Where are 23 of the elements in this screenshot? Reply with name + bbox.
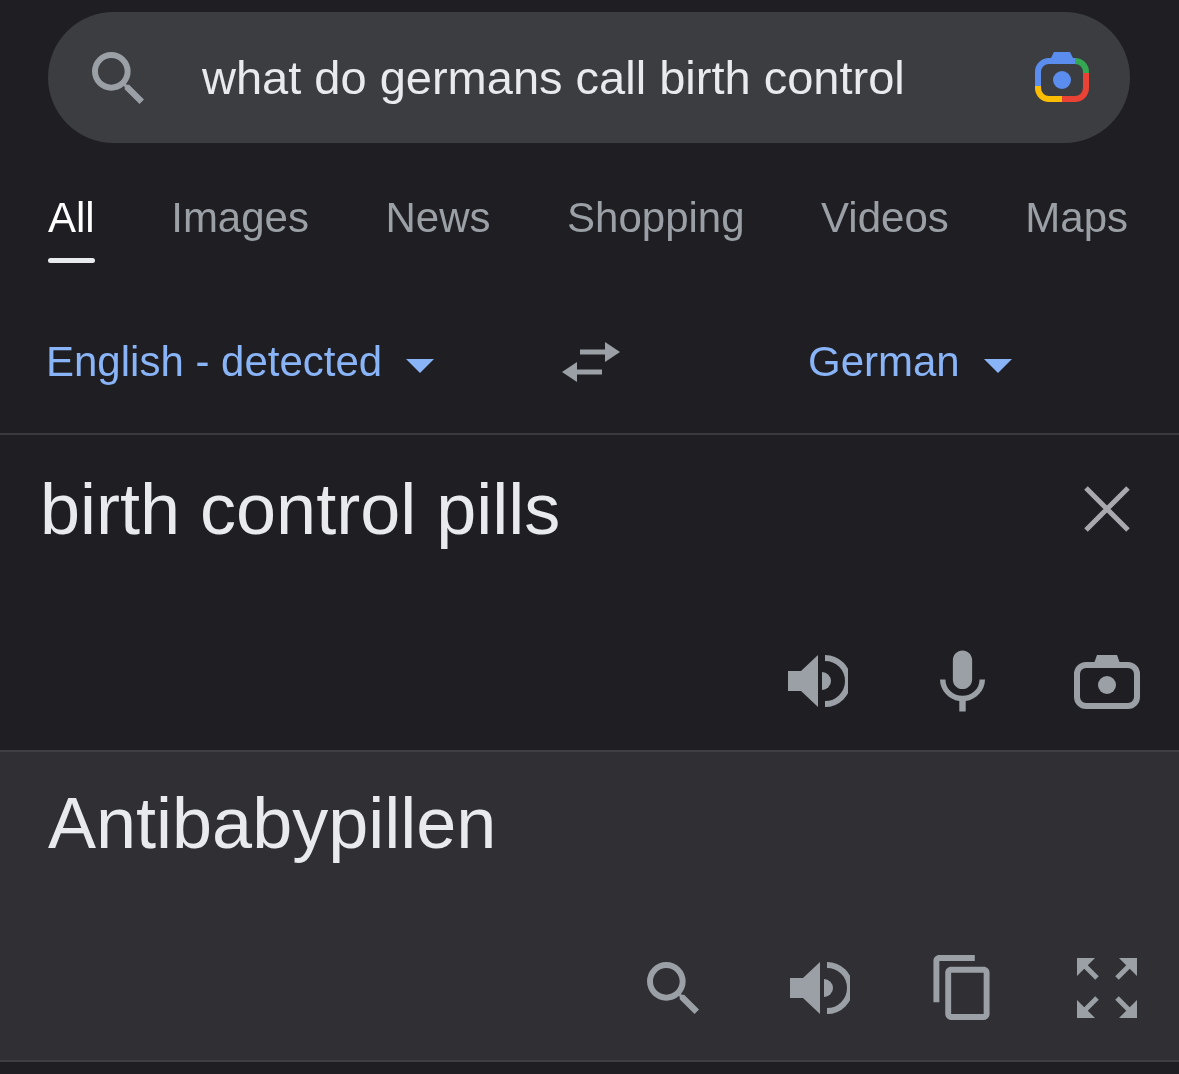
source-language-button[interactable]: English - detected [46, 337, 435, 387]
swap-icon[interactable] [562, 341, 620, 383]
target-language-button[interactable]: German [808, 337, 1012, 387]
camera-icon[interactable] [1074, 653, 1140, 709]
source-text-input[interactable]: birth control pills [40, 466, 561, 552]
tab[interactable]: News [385, 193, 491, 265]
tab[interactable]: Videos [821, 193, 949, 265]
tab[interactable]: All [48, 193, 95, 265]
caret-icon [983, 359, 1012, 373]
camera-icon[interactable] [1032, 50, 1092, 105]
translation-text: Antibabypillen [48, 782, 498, 865]
search-icon[interactable] [92, 51, 144, 104]
search-field[interactable]: what do germans call birth control [48, 12, 1130, 143]
copy-icon[interactable] [933, 955, 990, 1020]
close-icon[interactable] [1084, 486, 1130, 532]
tab[interactable]: Images [171, 193, 309, 265]
fullscreen-icon[interactable] [1077, 957, 1137, 1018]
tab[interactable]: Maps [1025, 193, 1128, 265]
tab[interactable]: Shopping [567, 193, 745, 265]
search-query-text: what do germans call birth control [202, 50, 906, 105]
search-icon[interactable] [647, 961, 699, 1014]
microphone-icon[interactable] [940, 650, 985, 712]
caret-icon [406, 359, 435, 373]
